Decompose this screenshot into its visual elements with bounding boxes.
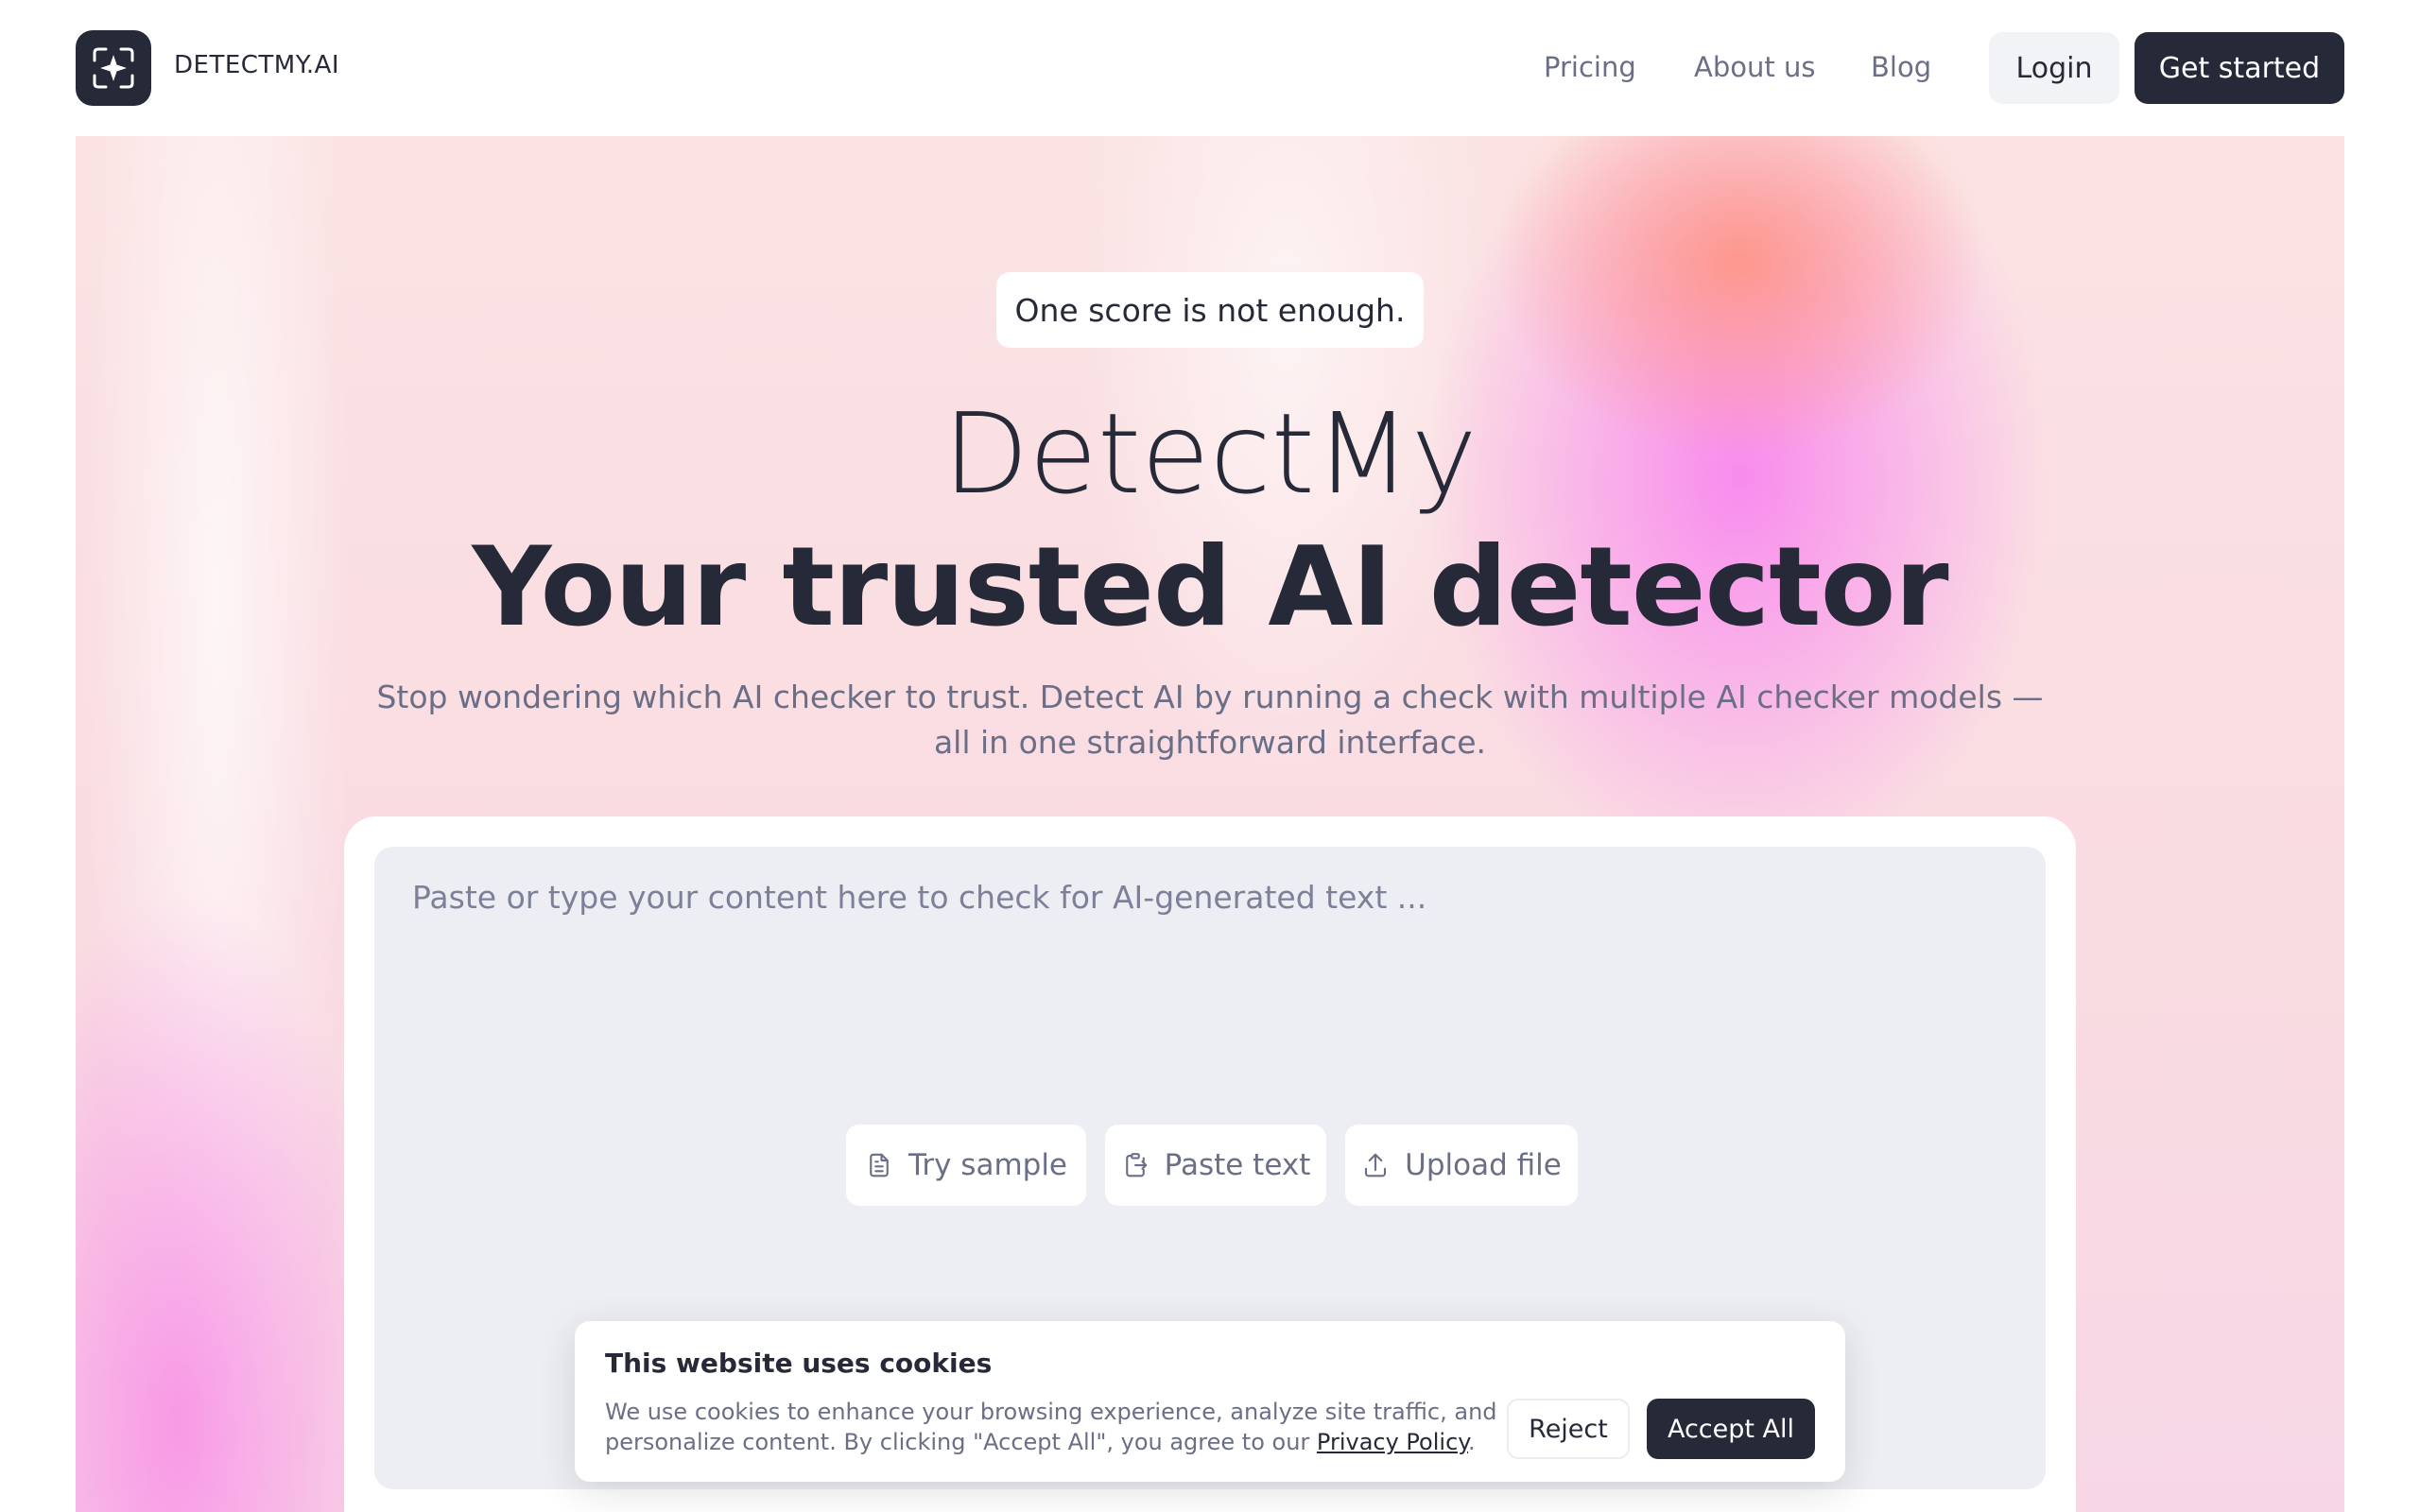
nav-pricing[interactable]: Pricing [1544, 51, 1636, 83]
clipboard-icon [1125, 1153, 1147, 1177]
brand-name[interactable]: DETECTMY.AI [174, 51, 339, 79]
nav-about-us[interactable]: About us [1694, 51, 1815, 83]
content-input-placeholder: Paste or type your content here to check… [412, 879, 1427, 916]
document-icon [870, 1153, 889, 1177]
try-sample-label: Try sample [908, 1148, 1068, 1182]
upload-icon [1365, 1153, 1387, 1177]
cookie-banner-text-end: . [1468, 1429, 1476, 1455]
cookie-banner-title: This website uses cookies [605, 1348, 993, 1379]
accept-all-cookies-button[interactable]: Accept All [1647, 1399, 1815, 1459]
cookie-banner: This website uses cookies We use cookies… [575, 1321, 1845, 1482]
cookie-banner-text: We use cookies to enhance your browsing … [605, 1397, 1512, 1457]
upload-file-label: Upload file [1405, 1148, 1562, 1182]
hero-title-brand: DetectMy [942, 388, 1478, 519]
hero-subtitle: Stop wondering which AI checker to trust… [376, 679, 2044, 761]
hero-section: One score is not enough. DetectMy Your t… [76, 136, 2344, 1512]
login-button[interactable]: Login [1989, 32, 2119, 104]
paste-text-button[interactable]: Paste text [1105, 1125, 1326, 1206]
tagline-badge: One score is not enough. [996, 272, 1424, 348]
privacy-policy-link[interactable]: Privacy Policy [1317, 1429, 1468, 1455]
sparkle-frame-icon [93, 47, 134, 89]
hero-title: Your trusted AI detector [472, 524, 1948, 651]
paste-text-label: Paste text [1164, 1148, 1311, 1182]
site-header: DETECTMY.AI Pricing About us Blog Login … [0, 0, 2420, 136]
upload-file-button[interactable]: Upload file [1345, 1125, 1578, 1206]
nav-blog[interactable]: Blog [1871, 51, 1931, 83]
try-sample-button[interactable]: Try sample [846, 1125, 1086, 1206]
reject-cookies-button[interactable]: Reject [1507, 1399, 1630, 1459]
get-started-button[interactable]: Get started [2135, 32, 2344, 104]
logo-mark[interactable] [76, 30, 151, 106]
